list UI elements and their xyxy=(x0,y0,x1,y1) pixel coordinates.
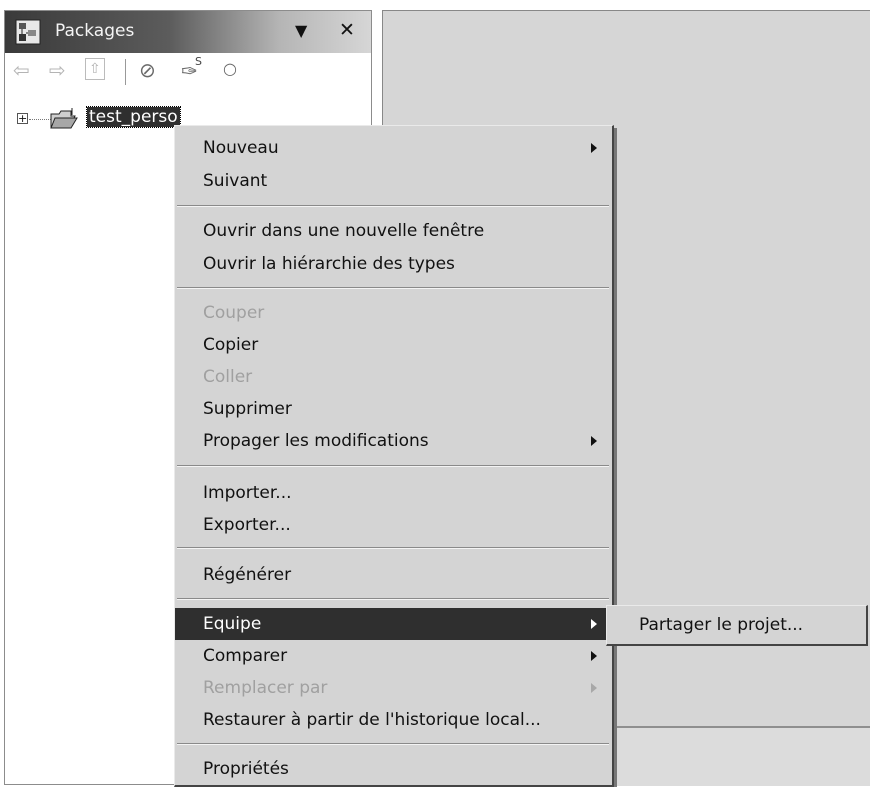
menu-item-comparer[interactable]: Comparer xyxy=(175,640,611,672)
menu-item-regenerer[interactable]: Régénérer xyxy=(175,559,611,591)
submenu-arrow-icon xyxy=(591,143,597,153)
menu-separator xyxy=(177,205,609,207)
menu-item-label: Ouvrir dans une nouvelle fenêtre xyxy=(203,221,485,241)
expand-icon[interactable]: + xyxy=(17,113,28,124)
menu-item-label: Importer... xyxy=(203,483,292,503)
menu-item-label: Comparer xyxy=(203,646,288,666)
menu-separator xyxy=(177,743,609,745)
tree-item-project[interactable]: test_perso xyxy=(86,106,181,128)
menu-item-label: Partager le projet... xyxy=(639,615,804,635)
menu-item-propager[interactable]: Propager les modifications xyxy=(175,425,611,457)
menu-item-label: Restaurer à partir de l'historique local… xyxy=(203,710,541,730)
link-superscript: S xyxy=(195,55,202,68)
menu-item-supprimer[interactable]: Supprimer xyxy=(175,393,611,425)
filter-icon[interactable]: ⊘ xyxy=(139,58,156,82)
menu-item-suivant[interactable]: Suivant xyxy=(175,165,611,197)
menu-item-label: Ouvrir la hiérarchie des types xyxy=(203,254,455,274)
menu-item-partager[interactable]: Partager le projet... xyxy=(607,609,865,641)
team-submenu: Partager le projet... xyxy=(606,605,868,646)
menu-item-exporter[interactable]: Exporter... xyxy=(175,509,611,541)
menu-item-copier[interactable]: Copier xyxy=(175,329,611,361)
menu-item-proprietes[interactable]: Propriétés xyxy=(175,753,611,785)
menu-separator xyxy=(177,547,609,549)
menu-item-ouvrir-fenetre[interactable]: Ouvrir dans une nouvelle fenêtre xyxy=(175,215,611,247)
view-title: Packages xyxy=(55,21,135,41)
menu-item-label: Coller xyxy=(203,367,253,387)
menu-item-coller: Coller xyxy=(175,361,611,393)
menu-item-label: Couper xyxy=(203,303,265,323)
menu-item-couper: Couper xyxy=(175,297,611,329)
menu-item-equipe[interactable]: Equipe xyxy=(175,608,611,640)
forward-icon[interactable]: ⇨ xyxy=(49,58,66,82)
open-folder-icon xyxy=(50,108,78,129)
submenu-arrow-icon xyxy=(591,619,597,629)
toolbar-separator xyxy=(125,59,126,85)
menu-item-label: Remplacer par xyxy=(203,678,328,698)
menu-item-remplacer: Remplacer par xyxy=(175,672,611,704)
menu-item-ouvrir-hierarchie[interactable]: Ouvrir la hiérarchie des types xyxy=(175,248,611,280)
close-icon[interactable]: ✕ xyxy=(339,19,355,41)
menu-item-label: Supprimer xyxy=(203,399,292,419)
menu-item-label: Exporter... xyxy=(203,515,291,535)
menu-separator xyxy=(177,287,609,289)
submenu-arrow-icon xyxy=(591,651,597,661)
submenu-arrow-icon xyxy=(591,436,597,446)
menu-item-label: Copier xyxy=(203,335,259,355)
menu-item-nouveau[interactable]: Nouveau xyxy=(175,132,611,164)
menu-item-label: Régénérer xyxy=(203,565,292,585)
menu-item-label: Propager les modifications xyxy=(203,431,429,451)
menu-item-label: Nouveau xyxy=(203,138,279,158)
menu-item-importer[interactable]: Importer... xyxy=(175,477,611,509)
tree-connector xyxy=(29,119,51,120)
menu-item-label: Suivant xyxy=(203,171,268,191)
menu-item-label: Propriétés xyxy=(203,759,289,779)
view-menu-icon[interactable]: ▼ xyxy=(295,21,307,40)
dot-icon[interactable]: ○ xyxy=(223,59,237,78)
submenu-arrow-icon xyxy=(591,683,597,693)
view-toolbar: ⇦ ⇨ ⇧ ⊘ ✑ S ○ xyxy=(5,53,371,111)
menu-separator xyxy=(177,598,609,600)
menu-item-restaurer[interactable]: Restaurer à partir de l'historique local… xyxy=(175,704,611,736)
package-explorer-icon xyxy=(15,19,41,45)
menu-item-label: Equipe xyxy=(203,614,262,634)
up-icon[interactable]: ⇧ xyxy=(85,58,105,80)
back-icon[interactable]: ⇦ xyxy=(13,58,30,82)
menu-separator xyxy=(177,465,609,467)
context-menu: Nouveau Suivant Ouvrir dans une nouvelle… xyxy=(174,125,614,787)
view-titlebar[interactable]: Packages ▼ ✕ xyxy=(5,11,371,53)
